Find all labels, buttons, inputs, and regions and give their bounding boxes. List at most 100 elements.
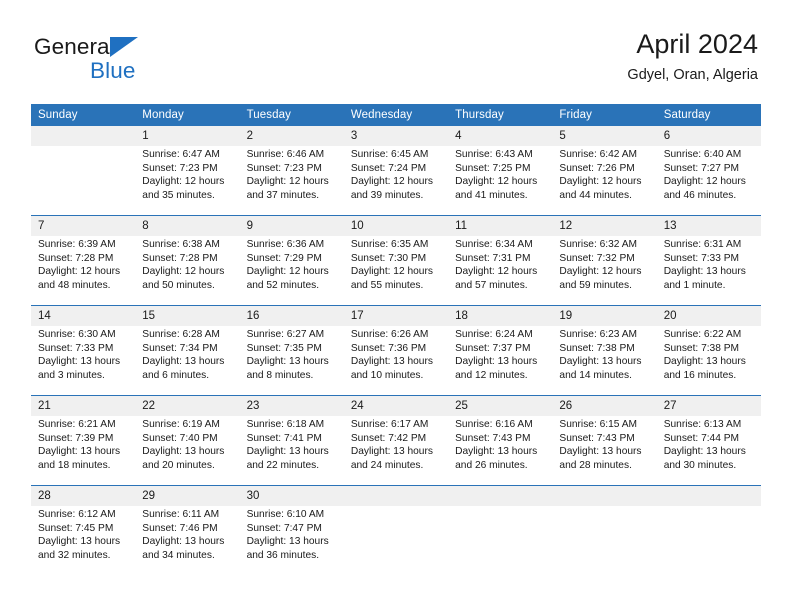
day-number: 6 [656,126,761,146]
day-number: 5 [552,126,657,146]
calendar-day-cell[interactable]: 17 Sunrise: 6:26 AM Sunset: 7:36 PM Dayligh… [343,305,449,396]
daylight-text-line2: and 16 minutes. [663,369,737,381]
daylight-text-line2: and 14 minutes. [559,369,632,381]
daylight-text-line2: and 30 minutes. [663,459,737,471]
day-details: Sunrise: 6:28 AM Sunset: 7:34 PM Daylight:… [135,326,239,382]
day-number [656,486,761,506]
day-details: Sunrise: 6:36 AM Sunset: 7:29 PM Daylight:… [240,236,344,292]
calendar-day-cell[interactable]: 10 Sunrise: 6:35 AM Sunset: 7:30 PM Dayligh… [343,215,449,306]
calendar-page: General Blue April 2024 Gdyel, Oran, Alg… [0,0,792,612]
calendar-day-cell[interactable]: 16 Sunrise: 6:27 AM Sunset: 7:35 PM Dayligh… [239,305,344,396]
daylight-text-line1: Daylight: 13 hours [350,446,433,458]
calendar-day-cell[interactable]: 22 Sunrise: 6:19 AM Sunset: 7:40 PM Dayligh… [135,395,240,486]
daylight-text-line1: Daylight: 13 hours [663,266,746,278]
calendar-day-cell[interactable]: 5 Sunrise: 6:42 AM Sunset: 7:26 PM Daylight… [552,126,657,216]
day-details: Sunrise: 6:34 AM Sunset: 7:31 PM Daylight:… [448,236,552,292]
sunrise-text: Sunrise: 6:11 AM [142,509,220,520]
calendar-day-cell[interactable]: 8 Sunrise: 6:38 AM Sunset: 7:28 PM Daylight… [135,215,240,306]
day-details: Sunrise: 6:17 AM Sunset: 7:42 PM Daylight:… [344,416,448,472]
daylight-text-line1: Daylight: 12 hours [246,266,329,278]
daylight-text-line2: and 57 minutes. [455,279,528,291]
sunset-text: Sunset: 7:33 PM [38,342,114,354]
calendar-day-cell[interactable]: 6 Sunrise: 6:40 AM Sunset: 7:27 PM Daylight… [656,126,761,216]
day-number: 25 [448,396,553,416]
sunset-text: Sunset: 7:37 PM [455,342,531,354]
day-details: Sunrise: 6:12 AM Sunset: 7:45 PM Daylight:… [31,506,135,562]
calendar-day-cell[interactable]: 20 Sunrise: 6:22 AM Sunset: 7:38 PM Dayligh… [656,305,761,396]
calendar-day-cell[interactable]: 24 Sunrise: 6:17 AM Sunset: 7:42 PM Dayligh… [343,395,449,486]
calendar-day-cell[interactable]: 18 Sunrise: 6:24 AM Sunset: 7:37 PM Dayligh… [448,305,553,396]
title-block: April 2024 Gdyel, Oran, Algeria [627,28,758,84]
sunset-text: Sunset: 7:31 PM [455,252,531,264]
daylight-text-line2: and 26 minutes. [455,459,528,471]
day-number: 23 [239,396,344,416]
calendar-day-cell[interactable]: 21 Sunrise: 6:21 AM Sunset: 7:39 PM Dayligh… [31,395,136,486]
daylight-text-line2: and 12 minutes. [455,369,528,381]
calendar-day-cell[interactable]: 1 Sunrise: 6:47 AM Sunset: 7:23 PM Daylight… [135,126,240,216]
page-title: April 2024 [636,29,758,59]
sunset-text: Sunset: 7:24 PM [350,162,427,174]
daylight-text-line2: and 8 minutes. [246,369,314,381]
daylight-text-line2: and 37 minutes. [246,189,320,201]
sunset-text: Sunset: 7:40 PM [142,432,218,444]
calendar-day-cell[interactable]: 26 Sunrise: 6:15 AM Sunset: 7:43 PM Dayligh… [552,395,657,486]
daylight-text-line2: and 50 minutes. [142,279,215,291]
calendar-day-cell[interactable]: 23 Sunrise: 6:18 AM Sunset: 7:41 PM Dayligh… [239,395,344,486]
daylight-text-line1: Daylight: 13 hours [246,356,329,368]
sunset-text: Sunset: 7:42 PM [350,432,427,444]
calendar-day-cell[interactable]: 27 Sunrise: 6:13 AM Sunset: 7:44 PM Dayligh… [656,395,761,486]
calendar-day-cell[interactable]: 11 Sunrise: 6:34 AM Sunset: 7:31 PM Dayligh… [448,215,553,306]
day-details: Sunrise: 6:18 AM Sunset: 7:41 PM Daylight:… [240,416,344,472]
calendar-day-cell[interactable]: 14 Sunrise: 6:30 AM Sunset: 7:33 PM Dayligh… [31,305,136,396]
day-details: Sunrise: 6:46 AM Sunset: 7:23 PM Daylight:… [240,146,344,202]
day-number: 1 [135,126,240,146]
calendar-day-cell[interactable]: 4 Sunrise: 6:43 AM Sunset: 7:25 PM Daylight… [448,126,553,216]
sunset-text: Sunset: 7:46 PM [142,522,218,534]
day-number: 20 [656,306,761,326]
day-details: Sunrise: 6:45 AM Sunset: 7:24 PM Daylight:… [344,146,448,202]
sunset-text: Sunset: 7:39 PM [38,432,114,444]
day-number: 29 [135,486,240,506]
daylight-text-line1: Daylight: 12 hours [350,266,433,278]
weekday-header-saturday: Saturday [656,104,761,126]
sunrise-text: Sunrise: 6:23 AM [559,329,637,340]
sunrise-text: Sunrise: 6:35 AM [350,239,429,250]
calendar-day-cell[interactable]: 13 Sunrise: 6:31 AM Sunset: 7:33 PM Dayligh… [656,215,761,306]
sunset-text: Sunset: 7:33 PM [663,252,740,264]
sunrise-text: Sunrise: 6:45 AM [350,149,429,160]
calendar-day-cell[interactable]: 3 Sunrise: 6:45 AM Sunset: 7:24 PM Daylight… [343,126,449,216]
sunset-text: Sunset: 7:43 PM [455,432,531,444]
general-blue-logo[interactable]: General Blue [34,34,234,90]
sunset-text: Sunset: 7:30 PM [350,252,427,264]
weekday-header-monday: Monday [135,104,240,126]
calendar-day-cell[interactable]: 15 Sunrise: 6:28 AM Sunset: 7:34 PM Dayligh… [135,305,240,396]
daylight-text-line1: Daylight: 13 hours [142,446,225,458]
day-number: 16 [239,306,344,326]
day-details: Sunrise: 6:27 AM Sunset: 7:35 PM Daylight:… [240,326,344,382]
calendar-day-cell[interactable]: 19 Sunrise: 6:23 AM Sunset: 7:38 PM Dayligh… [552,305,657,396]
day-details: Sunrise: 6:23 AM Sunset: 7:38 PM Daylight:… [552,326,656,382]
weekday-header-thursday: Thursday [448,104,553,126]
day-number [343,486,449,506]
day-number [31,126,136,146]
day-number: 13 [656,216,761,236]
calendar-day-cell[interactable]: 12 Sunrise: 6:32 AM Sunset: 7:32 PM Dayligh… [552,215,657,306]
daylight-text-line1: Daylight: 13 hours [350,356,433,368]
calendar-day-cell[interactable]: 25 Sunrise: 6:16 AM Sunset: 7:43 PM Dayligh… [448,395,553,486]
page-subtitle-location: Gdyel, Oran, Algeria [627,67,758,83]
day-details: Sunrise: 6:38 AM Sunset: 7:28 PM Daylight:… [135,236,239,292]
day-number: 12 [552,216,657,236]
day-number: 30 [239,486,344,506]
daylight-text-line1: Daylight: 12 hours [142,176,225,188]
calendar-day-cell[interactable]: 28 Sunrise: 6:12 AM Sunset: 7:45 PM Dayligh… [31,485,136,575]
sunrise-text: Sunrise: 6:18 AM [246,419,325,430]
sunrise-text: Sunrise: 6:17 AM [350,419,429,430]
calendar-day-cell[interactable]: 9 Sunrise: 6:36 AM Sunset: 7:29 PM Daylight… [239,215,344,306]
daylight-text-line2: and 18 minutes. [38,459,111,471]
calendar-day-cell[interactable]: 2 Sunrise: 6:46 AM Sunset: 7:23 PM Daylight… [239,126,344,216]
sunrise-text: Sunrise: 6:40 AM [663,149,742,160]
sunset-text: Sunset: 7:25 PM [455,162,531,174]
calendar-day-cell[interactable]: 29 Sunrise: 6:11 AM Sunset: 7:46 PM Dayligh… [135,485,240,575]
calendar-day-cell[interactable]: 7 Sunrise: 6:39 AM Sunset: 7:28 PM Daylight… [31,215,136,306]
calendar-day-cell[interactable]: 30 Sunrise: 6:10 AM Sunset: 7:47 PM Dayligh… [239,485,344,575]
